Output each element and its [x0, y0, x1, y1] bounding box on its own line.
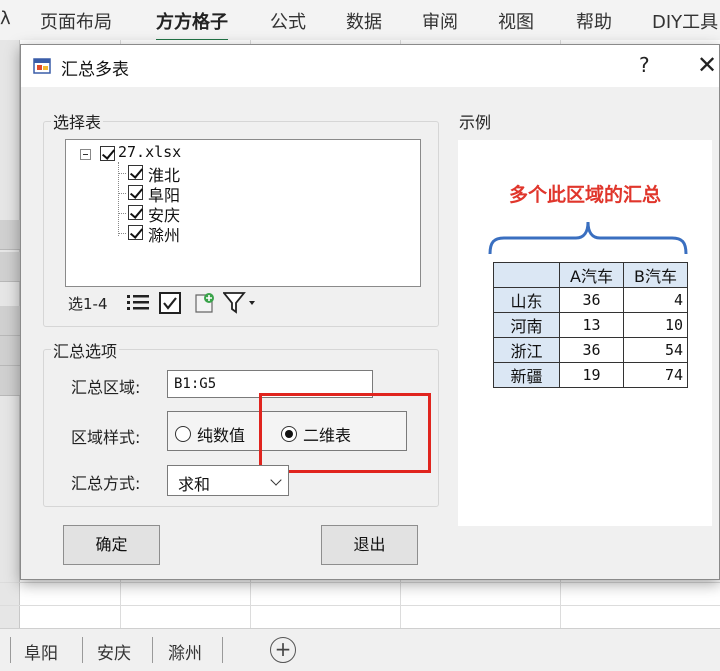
tab-review[interactable]: 审阅: [422, 8, 458, 34]
cell-value: 13: [559, 312, 624, 338]
tree-connector: [118, 193, 126, 194]
row-label: 山东: [493, 287, 560, 313]
sheet-tab-fuyang[interactable]: 阜阳: [24, 639, 58, 664]
summary-options-label: 汇总选项: [51, 338, 120, 362]
cell-value: 54: [623, 337, 688, 363]
ok-button[interactable]: 确定: [63, 525, 160, 565]
tab-divider: [152, 637, 153, 663]
add-sheet-icon[interactable]: [193, 291, 217, 315]
tab-data[interactable]: 数据: [346, 8, 382, 34]
table-row: 河南 13 10: [493, 312, 688, 338]
ribbon: λ 页面布局 方方格子 公式 数据 审阅 视图 帮助 DIY工具: [0, 0, 720, 42]
merge-sheets-dialog: 汇总多表 ? ✕ 选择表 27.xlsx 淮北 阜阳 安庆 滁州 选1-4 汇总…: [20, 44, 720, 580]
header-cell: [493, 262, 560, 288]
tree-connector: [118, 213, 126, 214]
sheet-tab-chuzhou[interactable]: 滁州: [168, 639, 202, 664]
style-label: 区域样式:: [71, 428, 141, 447]
method-select-value: 求和: [178, 475, 211, 494]
tree-item-chuzhou[interactable]: 滁州: [148, 222, 180, 246]
highlight-annotation-box: [259, 393, 431, 473]
tab-formulas[interactable]: 公式: [270, 8, 306, 34]
area-label: 汇总区域:: [71, 378, 141, 397]
checkbox-checked-icon[interactable]: [128, 165, 143, 180]
select-range-label[interactable]: 选1-4: [68, 293, 108, 314]
row-label: 新疆: [493, 362, 560, 388]
app-icon: [33, 58, 51, 74]
method-select[interactable]: 求和: [167, 465, 289, 496]
dialog-title: 汇总多表: [61, 60, 129, 80]
cell-value: 19: [559, 362, 624, 388]
tree-root-file: 27.xlsx: [118, 143, 182, 161]
tab-divider: [10, 637, 11, 663]
curly-brace-icon: [488, 221, 688, 255]
checkbox-checked-icon[interactable]: [128, 225, 143, 240]
row-header-cell: [0, 220, 20, 250]
tab-diy-tools[interactable]: DIY工具: [652, 8, 718, 34]
tab-view[interactable]: 视图: [498, 8, 534, 34]
cell-value: 36: [559, 287, 624, 313]
filter-icon[interactable]: [223, 292, 259, 314]
table-row: 山东 36 4: [493, 287, 688, 313]
chevron-down-icon: [270, 474, 282, 486]
example-table-header: A汽车 B汽车: [493, 262, 688, 288]
example-heading: 多个此区域的汇总: [508, 184, 661, 206]
exit-button[interactable]: 退出: [321, 525, 418, 565]
cell-value: 36: [559, 337, 624, 363]
tree-connector: [118, 173, 126, 174]
sheet-tab-anqing[interactable]: 安庆: [97, 639, 131, 664]
tab-divider: [82, 637, 83, 663]
check-all-icon[interactable]: [159, 292, 181, 314]
checkbox-checked-icon[interactable]: [128, 185, 143, 200]
table-row: 新疆 19 74: [493, 362, 688, 388]
sheet-tree[interactable]: 27.xlsx 淮北 阜阳 安庆 滁州: [65, 139, 421, 287]
collapse-icon[interactable]: [80, 149, 91, 160]
row-header-cell: [0, 366, 20, 396]
add-sheet-button[interactable]: +: [270, 637, 296, 663]
row-label: 浙江: [493, 337, 560, 363]
grid-line: [0, 582, 720, 583]
tree-connector: [118, 233, 126, 234]
row-header-cell: [0, 336, 20, 366]
help-button[interactable]: ?: [639, 53, 650, 77]
tab-divider: [222, 637, 223, 663]
cell-value: 4: [623, 287, 688, 313]
example-table: A汽车 B汽车 山东 36 4 河南 13 10 浙江 36 54 新疆 19: [493, 262, 688, 388]
row-header-cell: [0, 252, 20, 282]
table-row: 浙江 36 54: [493, 337, 688, 363]
radio-pure-values-label[interactable]: 纯数值: [197, 422, 245, 446]
list-icon[interactable]: [127, 294, 149, 312]
select-sheets-label: 选择表: [51, 109, 104, 133]
cell-value: 74: [623, 362, 688, 388]
grid-line: [0, 605, 720, 606]
example-panel: 多个此区域的汇总 A汽车 B汽车 山东 36 4 河南 13 10 浙江 36: [458, 140, 712, 526]
method-label: 汇总方式:: [71, 474, 141, 493]
header-cell: B汽车: [623, 262, 688, 288]
close-button[interactable]: ✕: [697, 51, 717, 79]
example-label: 示例: [457, 109, 494, 133]
checkbox-checked-icon[interactable]: [100, 146, 115, 161]
row-header-cell: [0, 306, 20, 336]
checkbox-checked-icon[interactable]: [128, 205, 143, 220]
tab-help[interactable]: 帮助: [576, 8, 612, 34]
radio-pure-values[interactable]: [175, 426, 191, 442]
row-label: 河南: [493, 312, 560, 338]
cell-value: 10: [623, 312, 688, 338]
header-cell: A汽车: [559, 262, 624, 288]
tab-page-layout[interactable]: 页面布局: [40, 8, 112, 34]
ribbon-partial-tab[interactable]: λ: [0, 8, 11, 29]
sheet-tabs-bar: 阜阳 安庆 滁州 +: [0, 628, 720, 671]
dialog-titlebar[interactable]: 汇总多表 ? ✕: [21, 45, 719, 87]
tab-fangfang-gezi[interactable]: 方方格子: [156, 8, 228, 42]
